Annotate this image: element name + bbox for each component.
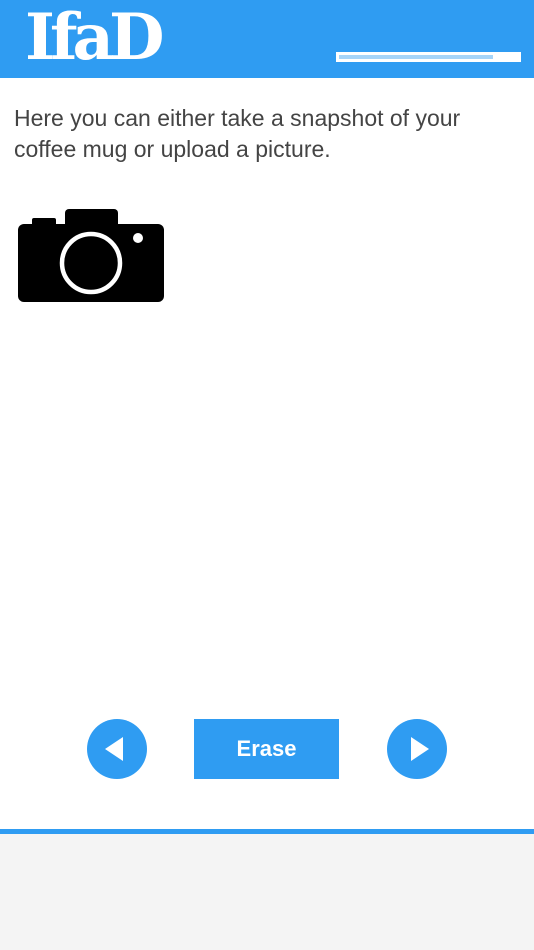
camera-icon (18, 209, 164, 302)
erase-button[interactable]: Erase (194, 719, 339, 779)
back-button[interactable] (87, 719, 147, 779)
arrow-left-icon (105, 737, 123, 761)
footer-area (0, 834, 534, 950)
app-header: IfaD (0, 0, 534, 78)
progress-bar-fill (339, 55, 493, 59)
progress-bar (336, 52, 521, 62)
app-logo: IfaD (25, 0, 164, 75)
next-button[interactable] (387, 719, 447, 779)
camera-button[interactable] (18, 208, 165, 303)
arrow-right-icon (411, 737, 429, 761)
instructions-text: Here you can either take a snapshot of y… (14, 105, 461, 162)
